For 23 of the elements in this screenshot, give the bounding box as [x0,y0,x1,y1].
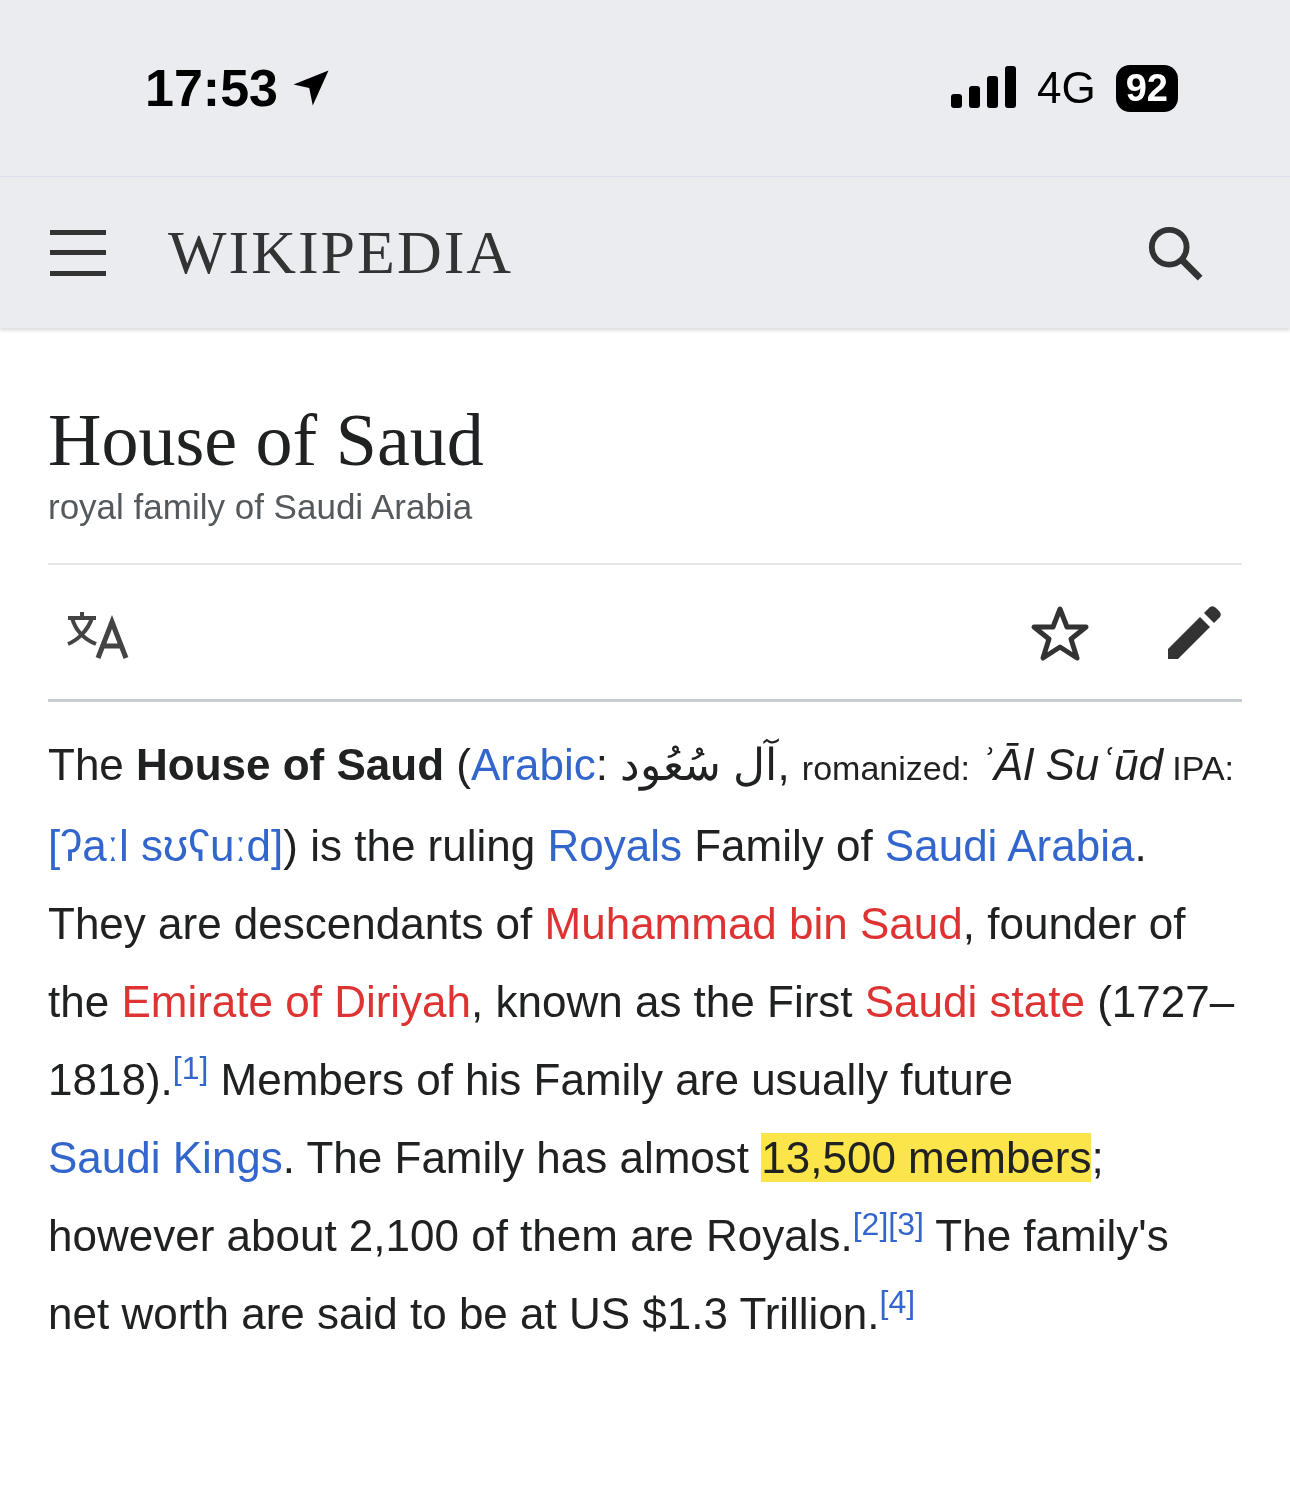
missing-article-link[interactable]: Muhammad bin Saud [544,899,963,948]
link[interactable]: Saudi Arabia [884,821,1135,870]
reference-link[interactable]: [3] [888,1206,924,1243]
signal-icon [951,66,1017,110]
watch-star-button[interactable] [1030,605,1090,663]
wikipedia-logo[interactable]: WIKIPEDIA [168,217,514,288]
reference-link[interactable]: [2] [852,1206,889,1243]
link[interactable]: Royals [547,821,682,870]
link[interactable]: Saudi Kings [48,1133,283,1182]
network-type: 4G [1037,63,1096,113]
reference-link[interactable]: [1] [172,1050,209,1087]
menu-icon [50,229,106,276]
article-description: royal family of Saudi Arabia [48,487,1242,565]
status-time: 17:53 [145,58,278,118]
reference-link[interactable]: [4] [879,1284,916,1321]
link[interactable]: Arabic [470,740,596,789]
missing-article-link[interactable]: Emirate of Diriyah [121,977,472,1026]
article-title: House of Saud [48,398,485,483]
link[interactable]: [ʔaːl sʊʕuːd] [48,821,284,870]
battery-indicator: 92 [1115,64,1178,112]
star-icon [1030,605,1090,663]
missing-article-link[interactable]: Saudi state [864,977,1085,1026]
menu-button[interactable] [50,229,106,276]
